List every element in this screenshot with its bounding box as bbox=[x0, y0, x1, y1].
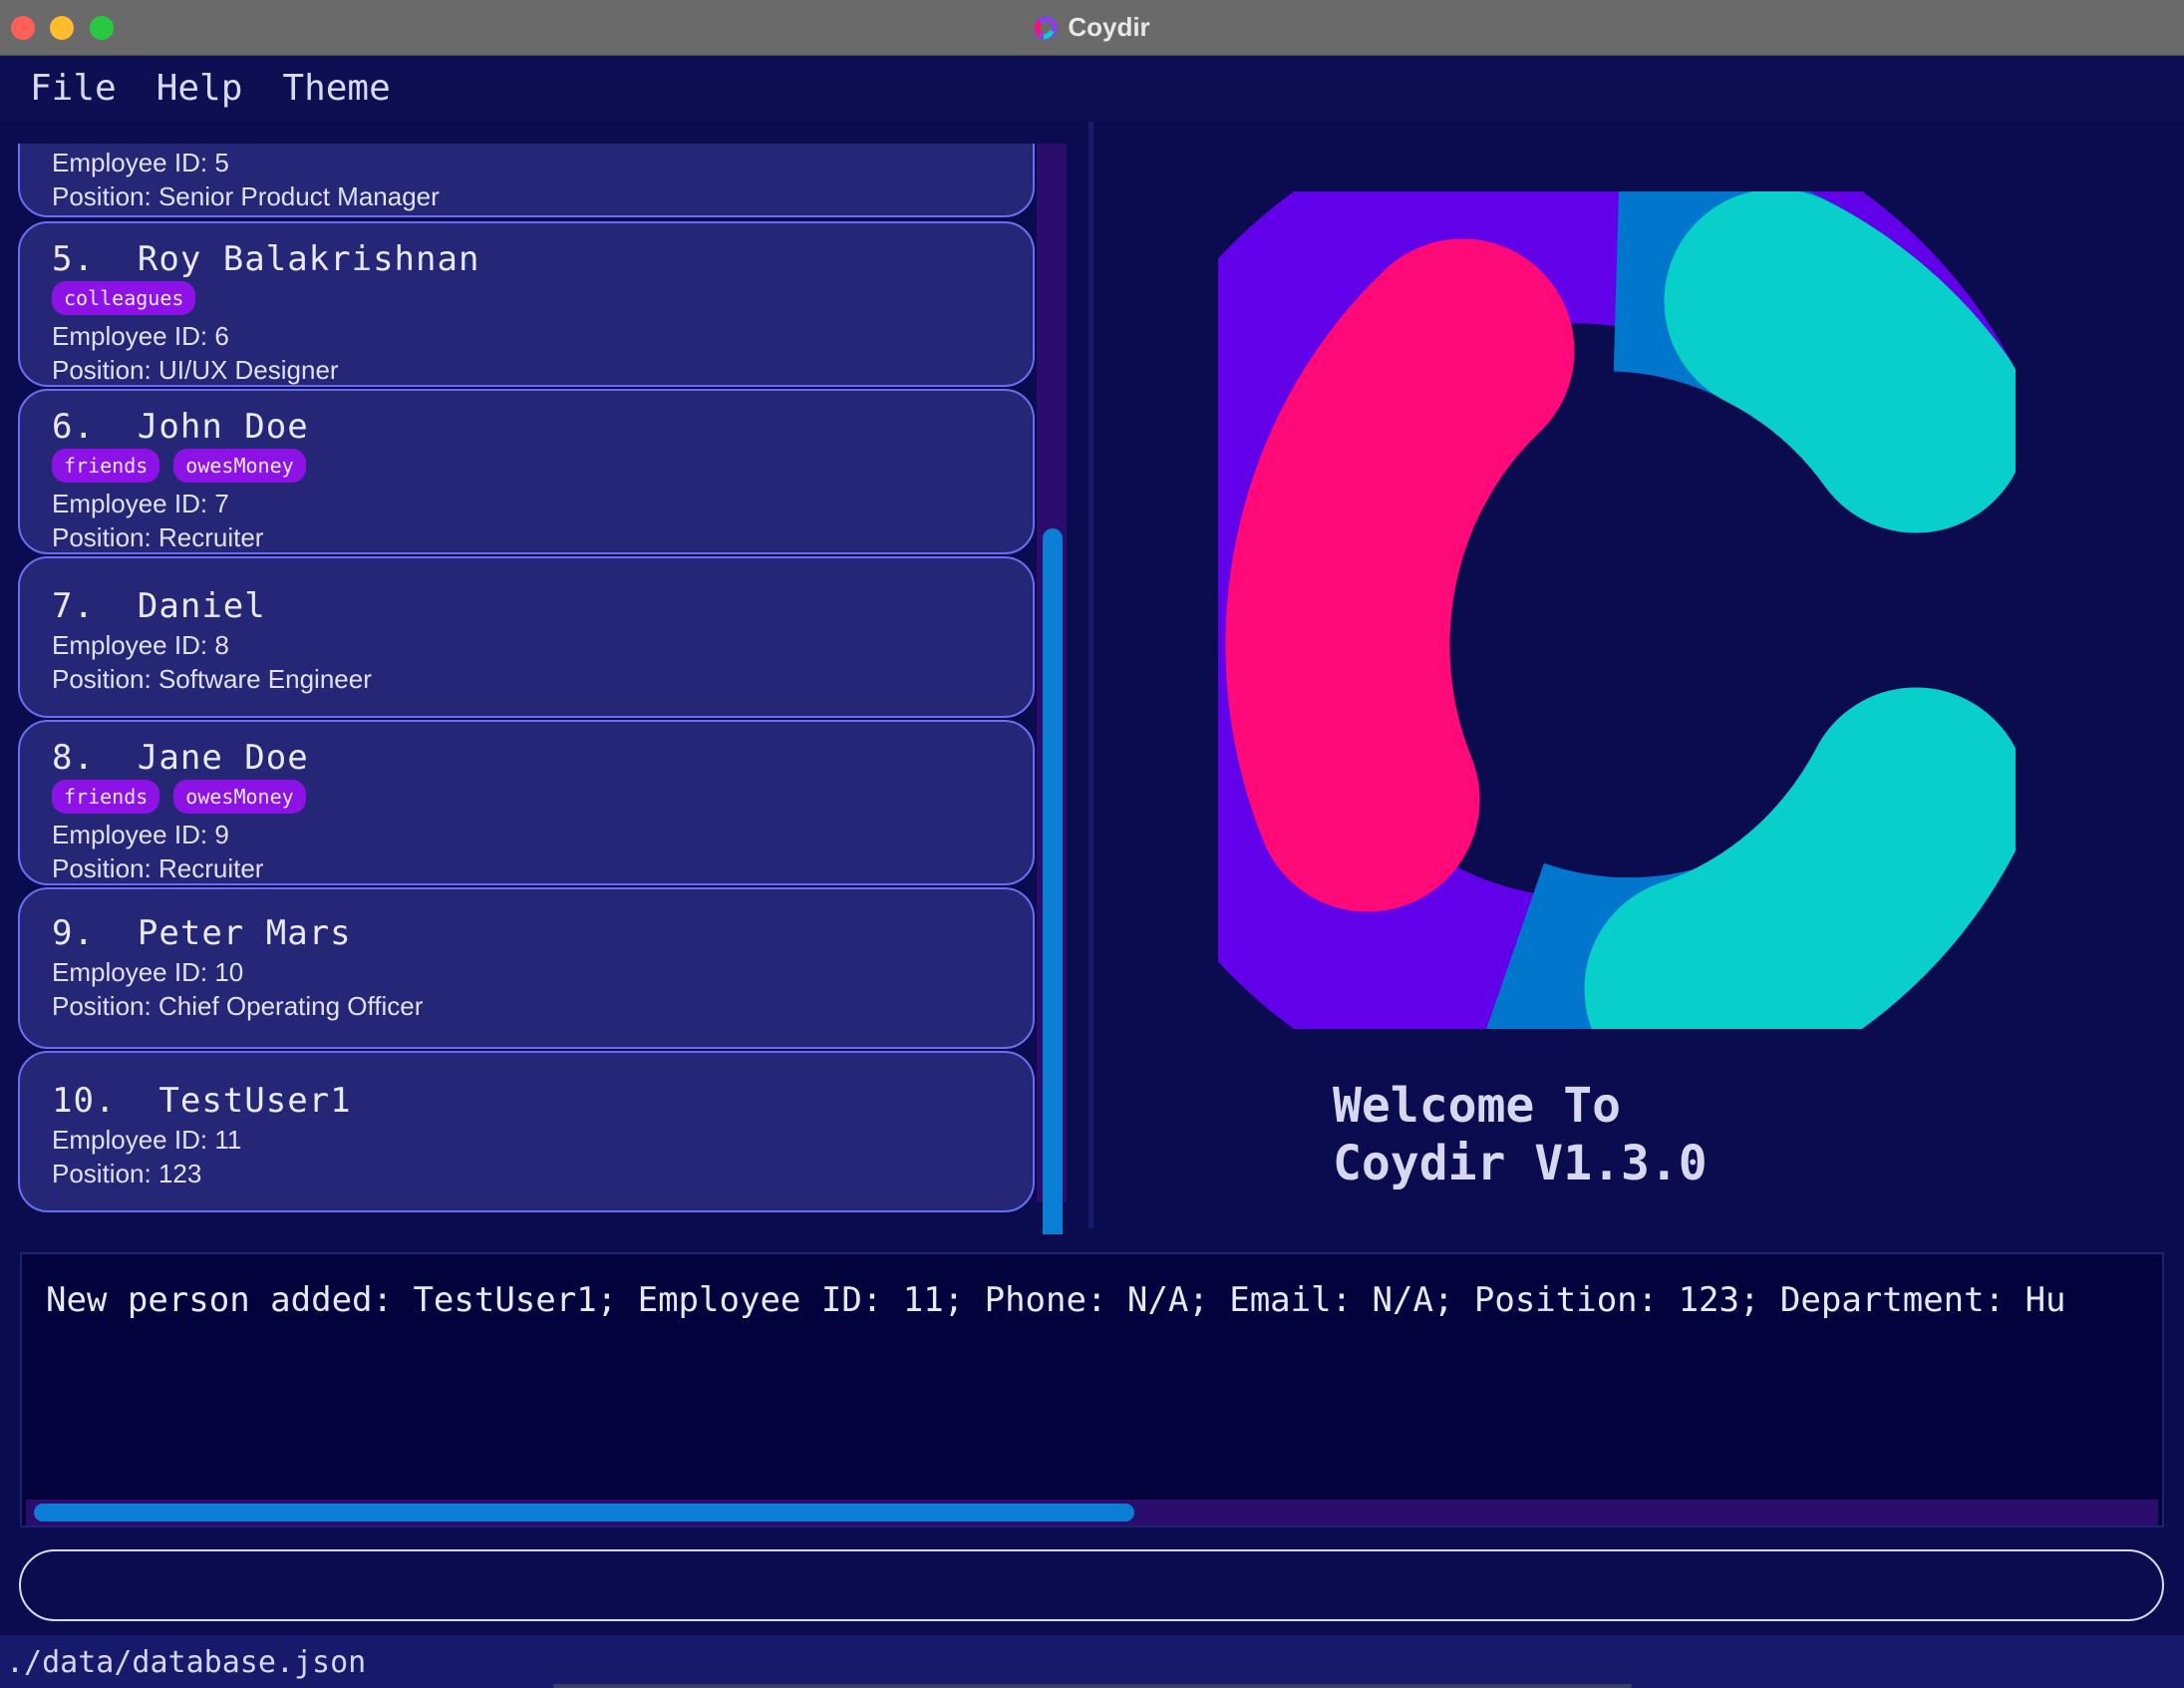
employee-id-label: Employee ID: bbox=[52, 957, 208, 987]
person-card[interactable]: 10. TestUser1 Employee ID: 11 Position: … bbox=[18, 1051, 1035, 1212]
tag-list: friends owesMoney bbox=[52, 780, 1003, 814]
person-name-row: 7. Daniel bbox=[52, 584, 1003, 628]
tag-badge: friends bbox=[52, 780, 160, 814]
tag-badge: owesMoney bbox=[173, 780, 306, 814]
employee-id-row: Employee ID: 8 bbox=[52, 628, 1003, 662]
tag-badge: friends bbox=[52, 449, 160, 483]
position-row: Position: 123 bbox=[52, 1157, 1003, 1190]
employee-id-row: Employee ID: 5 bbox=[52, 146, 1003, 179]
window-title: Coydir bbox=[1068, 12, 1150, 42]
person-index: 7. bbox=[52, 586, 95, 626]
tag-badge: colleagues bbox=[52, 281, 196, 315]
position-row: Position: UI/UX Designer bbox=[52, 353, 1003, 387]
welcome-message: Welcome To Coydir V1.3.0 bbox=[1333, 1077, 1708, 1192]
person-name: Jane Doe bbox=[137, 738, 309, 778]
command-input[interactable] bbox=[19, 1549, 2164, 1621]
menu-help[interactable]: Help bbox=[156, 68, 243, 109]
position-value: UI/UX Designer bbox=[157, 355, 339, 385]
person-list[interactable]: Employee ID: 5 Position: Senior Product … bbox=[18, 144, 1037, 1334]
employee-id-value: 6 bbox=[214, 321, 229, 351]
employee-id-row: Employee ID: 6 bbox=[52, 319, 1003, 353]
employee-id-label: Employee ID: bbox=[52, 820, 208, 849]
position-label: Position: bbox=[52, 853, 152, 883]
title-bar: Coydir bbox=[0, 0, 2184, 56]
employee-id-value: 8 bbox=[214, 630, 229, 660]
position-row: Position: Chief Operating Officer bbox=[52, 989, 1003, 1023]
list-scrollbar-thumb[interactable] bbox=[1043, 528, 1063, 1324]
tag-list: colleagues bbox=[52, 281, 1003, 315]
position-value: 123 bbox=[157, 1159, 202, 1188]
position-label: Position: bbox=[52, 1159, 152, 1188]
employee-id-value: 7 bbox=[214, 489, 229, 518]
person-index: 10. bbox=[52, 1081, 117, 1121]
person-name: Peter Mars bbox=[137, 913, 352, 953]
person-index: 9. bbox=[52, 913, 95, 953]
position-label: Position: bbox=[52, 522, 152, 552]
result-text: New person added: TestUser1; Employee ID… bbox=[46, 1280, 2066, 1320]
position-value: Senior Product Manager bbox=[157, 181, 440, 211]
person-index: 6. bbox=[52, 407, 95, 447]
employee-id-label: Employee ID: bbox=[52, 489, 208, 518]
person-card[interactable]: Employee ID: 5 Position: Senior Product … bbox=[18, 144, 1035, 217]
menu-file[interactable]: File bbox=[30, 68, 117, 109]
employee-id-row: Employee ID: 7 bbox=[52, 487, 1003, 520]
result-panel: New person added: TestUser1; Employee ID… bbox=[0, 1234, 2184, 1539]
position-label: Position: bbox=[52, 991, 152, 1021]
position-row: Position: Senior Product Manager bbox=[52, 179, 1003, 213]
person-name: John Doe bbox=[137, 407, 309, 447]
position-label: Position: bbox=[52, 181, 152, 211]
position-value: Software Engineer bbox=[157, 664, 372, 694]
position-label: Position: bbox=[52, 664, 152, 694]
tag-badge: owesMoney bbox=[173, 449, 306, 483]
tag-list: friends owesMoney bbox=[52, 449, 1003, 483]
person-list-panel: Employee ID: 5 Position: Senior Product … bbox=[0, 122, 1089, 1324]
person-index: 8. bbox=[52, 738, 95, 778]
welcome-panel: Welcome To Coydir V1.3.0 bbox=[1093, 122, 2184, 1228]
person-card[interactable]: 7. Daniel Employee ID: 8 Position: Softw… bbox=[18, 556, 1035, 718]
position-row: Position: Recruiter bbox=[52, 520, 1003, 554]
employee-id-value: 5 bbox=[214, 148, 229, 177]
menu-theme[interactable]: Theme bbox=[282, 68, 390, 109]
person-name: Roy Balakrishnan bbox=[137, 239, 480, 279]
person-name-row: 5. Roy Balakrishnan bbox=[52, 237, 1003, 281]
person-name: TestUser1 bbox=[158, 1081, 352, 1121]
person-card[interactable]: 5. Roy Balakrishnan colleagues Employee … bbox=[18, 221, 1035, 387]
welcome-line-1: Welcome To bbox=[1333, 1078, 1621, 1134]
person-name: Daniel bbox=[137, 586, 266, 626]
employee-id-label: Employee ID: bbox=[52, 321, 208, 351]
result-display[interactable]: New person added: TestUser1; Employee ID… bbox=[20, 1252, 2164, 1527]
window-title-group: Coydir bbox=[0, 0, 2184, 55]
employee-id-value: 10 bbox=[214, 957, 244, 987]
person-name-row: 8. Jane Doe bbox=[52, 736, 1003, 780]
employee-id-row: Employee ID: 10 bbox=[52, 955, 1003, 989]
employee-id-row: Employee ID: 11 bbox=[52, 1123, 1003, 1157]
app-logo-icon bbox=[1034, 16, 1058, 39]
employee-id-value: 9 bbox=[214, 820, 229, 849]
position-value: Chief Operating Officer bbox=[157, 991, 424, 1021]
person-card[interactable]: 8. Jane Doe friends owesMoney Employee I… bbox=[18, 720, 1035, 885]
person-name-row: 6. John Doe bbox=[52, 405, 1003, 449]
employee-id-label: Employee ID: bbox=[52, 148, 208, 177]
position-row: Position: Software Engineer bbox=[52, 662, 1003, 696]
employee-id-row: Employee ID: 9 bbox=[52, 818, 1003, 851]
save-location-path: ./data/database.json bbox=[6, 1645, 367, 1680]
position-label: Position: bbox=[52, 355, 152, 385]
person-index: 5. bbox=[52, 239, 95, 279]
position-value: Recruiter bbox=[157, 853, 264, 883]
result-scrollbar-thumb[interactable] bbox=[34, 1504, 1134, 1521]
person-card[interactable]: 6. John Doe friends owesMoney Employee I… bbox=[18, 389, 1035, 554]
position-value: Recruiter bbox=[157, 522, 264, 552]
status-bar: ./data/database.json bbox=[0, 1635, 2184, 1688]
status-scrollbar[interactable] bbox=[553, 1684, 1632, 1688]
person-card[interactable]: 9. Peter Mars Employee ID: 10 Position: … bbox=[18, 887, 1035, 1049]
person-name-row: 10. TestUser1 bbox=[52, 1079, 1003, 1123]
employee-id-label: Employee ID: bbox=[52, 1125, 208, 1155]
welcome-line-2: Coydir V1.3.0 bbox=[1333, 1136, 1708, 1191]
menu-bar: File Help Theme bbox=[0, 56, 2184, 121]
employee-id-label: Employee ID: bbox=[52, 630, 208, 660]
coydir-logo bbox=[1218, 191, 2016, 1029]
position-row: Position: Recruiter bbox=[52, 851, 1003, 885]
employee-id-value: 11 bbox=[214, 1125, 242, 1155]
person-name-row: 9. Peter Mars bbox=[52, 911, 1003, 955]
